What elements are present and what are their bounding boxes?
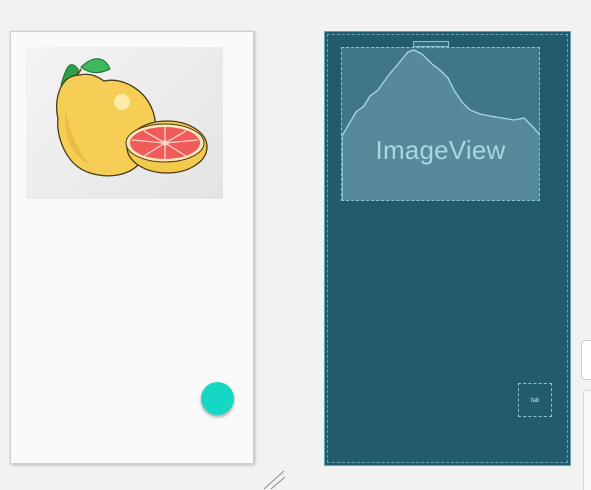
- layout-editor-canvas: ImageView fab: [0, 0, 591, 490]
- side-panel-toggle[interactable]: [581, 340, 591, 380]
- floating-action-button-preview[interactable]: [201, 382, 234, 415]
- grapefruit-image: [55, 58, 208, 177]
- design-preview-surface[interactable]: [10, 31, 254, 464]
- blueprint-surface[interactable]: ImageView fab: [324, 31, 571, 466]
- blueprint-image-view[interactable]: ImageView: [341, 47, 540, 201]
- image-view-preview[interactable]: [26, 47, 223, 199]
- resize-handle-icon[interactable]: [262, 470, 286, 490]
- blueprint-fab[interactable]: fab: [518, 383, 552, 417]
- image-placeholder-icon: [342, 49, 539, 200]
- side-panel-edge: [583, 390, 591, 490]
- image-view-label: ImageView: [375, 135, 506, 165]
